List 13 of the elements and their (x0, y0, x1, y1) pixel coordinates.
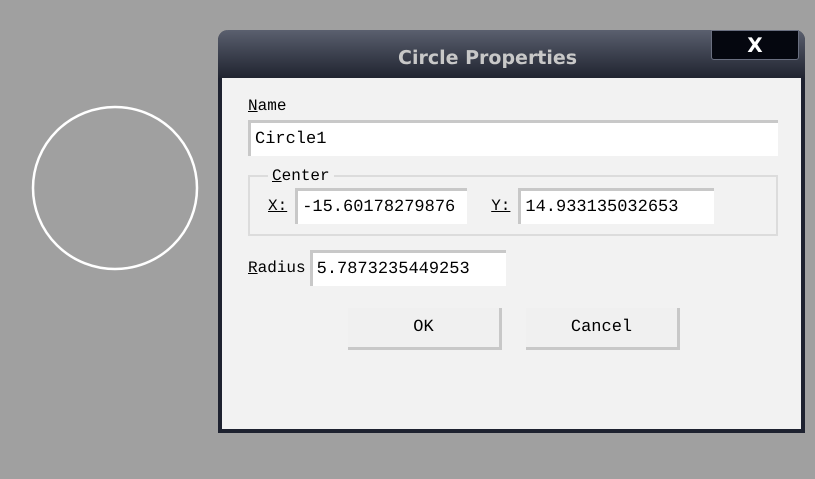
y-label: Y: (491, 196, 510, 217)
name-field[interactable]: Circle1 (248, 120, 778, 156)
dialog-button[interactable]: OK (348, 308, 502, 350)
x-label: X: (268, 196, 288, 217)
y-field[interactable]: 14.933135032653 (518, 188, 714, 224)
radius-label: Radius (248, 258, 306, 279)
name-label: Name (248, 96, 288, 117)
center-legend: Center (268, 164, 334, 188)
window-title: Circle Properties (398, 46, 578, 71)
close-button[interactable]: X (711, 30, 799, 60)
radius-field[interactable]: 5.7873235449253 (310, 250, 506, 286)
x-field[interactable]: -15.60178279876 (295, 188, 468, 224)
dialog-button[interactable]: Cancel (526, 308, 680, 350)
